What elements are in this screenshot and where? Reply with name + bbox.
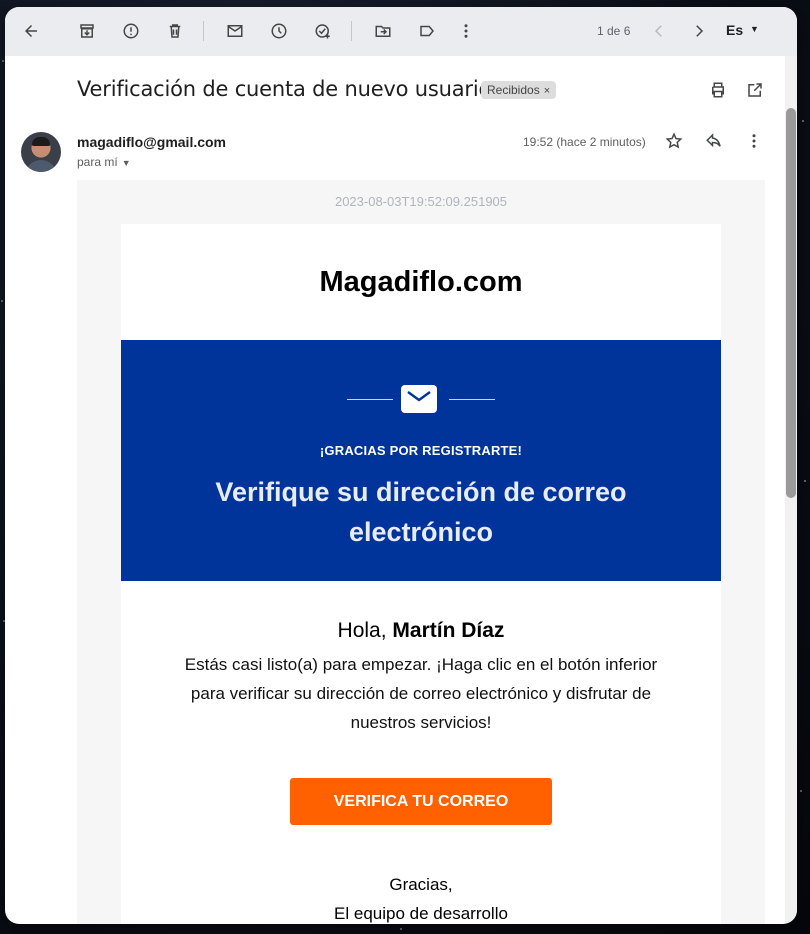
envelope-icon <box>227 25 243 37</box>
open-in-new-icon <box>748 83 762 97</box>
label-button[interactable] <box>415 19 439 43</box>
email-timestamp: 2023-08-03T19:52:09.251905 <box>334 194 508 209</box>
pager-text: 1 de 6 <box>597 24 631 38</box>
archive-button[interactable] <box>75 19 99 43</box>
reply-icon <box>706 133 721 148</box>
open-new-window-button[interactable] <box>746 81 768 103</box>
trash-icon <box>169 24 181 38</box>
envelope-badge <box>401 385 437 413</box>
inbox-label-text: Recibidos <box>487 83 540 97</box>
sender-email: magadiflo@gmail.com <box>77 134 227 150</box>
signoff-team: El equipo de desarrollo <box>334 904 508 923</box>
report-spam-button[interactable] <box>119 19 143 43</box>
arrow-left-icon <box>25 25 37 37</box>
snooze-button[interactable] <box>267 19 291 43</box>
more-button[interactable] <box>454 19 478 43</box>
reply-button[interactable] <box>705 132 727 154</box>
chevron-left-icon <box>654 25 662 37</box>
sender-avatar[interactable] <box>21 132 61 172</box>
next-button[interactable] <box>687 19 711 43</box>
divider-right <box>449 399 495 400</box>
recipient-details[interactable]: para mí ▼ <box>77 155 131 169</box>
signoff-thanks: Gracias, <box>389 875 453 894</box>
add-task-button[interactable] <box>311 19 335 43</box>
mark-unread-button[interactable] <box>223 19 247 43</box>
envelope-icon <box>407 391 431 402</box>
print-button[interactable] <box>709 81 731 103</box>
back-button[interactable] <box>19 19 43 43</box>
language-label: Es <box>726 22 744 38</box>
email-body: 2023-08-03T19:52:09.251905 Magadiflo.com… <box>77 180 765 924</box>
move-to-folder-icon <box>375 25 391 37</box>
message-more-button[interactable] <box>745 132 767 154</box>
remove-label-icon[interactable]: × <box>544 85 550 97</box>
inbox-label-chip[interactable]: Recibidos × <box>481 81 557 99</box>
label-icon <box>420 25 434 37</box>
body-text: Estás casi listo(a) para empezar. ¡Haga … <box>184 655 658 732</box>
signoff: Gracias, El equipo de desarrollo <box>121 870 721 924</box>
caret-down-icon: ▼ <box>121 158 131 168</box>
add-task-icon <box>315 24 330 39</box>
scrollbar[interactable] <box>785 56 797 924</box>
verify-headline: Verifique su dirección de correo electró… <box>215 477 627 547</box>
message-time: 19:52 (hace 2 minutos) <box>523 135 646 149</box>
clock-icon <box>271 23 287 39</box>
verify-email-button[interactable]: VERIFICA TU CORREO <box>290 778 552 825</box>
toolbar: 1 de 6 Es ▼ <box>5 7 797 56</box>
language-selector[interactable]: Es ▼ <box>726 22 759 38</box>
scroll-thumb[interactable] <box>786 108 796 498</box>
move-to-button[interactable] <box>371 19 395 43</box>
star-icon <box>665 132 683 149</box>
brand-title: Magadiflo.com <box>319 266 523 298</box>
thanks-text: ¡GRACIAS POR REGISTRARTE! <box>319 443 523 458</box>
email-subject: Verificación de cuenta de nuevo usuario <box>77 77 492 101</box>
prev-button[interactable] <box>647 19 671 43</box>
verification-banner: ¡GRACIAS POR REGISTRARTE! Verifique su d… <box>121 340 721 581</box>
star-button[interactable] <box>665 132 687 154</box>
print-icon <box>712 82 724 98</box>
recipient-text: para mí <box>77 155 118 169</box>
delete-button[interactable] <box>163 19 187 43</box>
email-window: 1 de 6 Es ▼ Verificación de cuenta de nu… <box>5 7 797 924</box>
report-spam-icon <box>123 23 139 39</box>
email-card: Magadiflo.com ¡GRACIAS POR REGISTRARTE! … <box>121 224 721 924</box>
chevron-right-icon <box>696 25 704 37</box>
greeting-prefix: Hola, <box>337 619 387 642</box>
greeting: Hola, Martín Díaz <box>121 619 721 643</box>
greeting-name: Martín Díaz <box>392 619 505 642</box>
archive-icon <box>80 24 94 38</box>
caret-down-icon: ▼ <box>750 24 759 34</box>
divider-left <box>347 399 393 400</box>
more-vertical-icon <box>464 24 468 38</box>
more-vertical-icon <box>752 134 756 148</box>
